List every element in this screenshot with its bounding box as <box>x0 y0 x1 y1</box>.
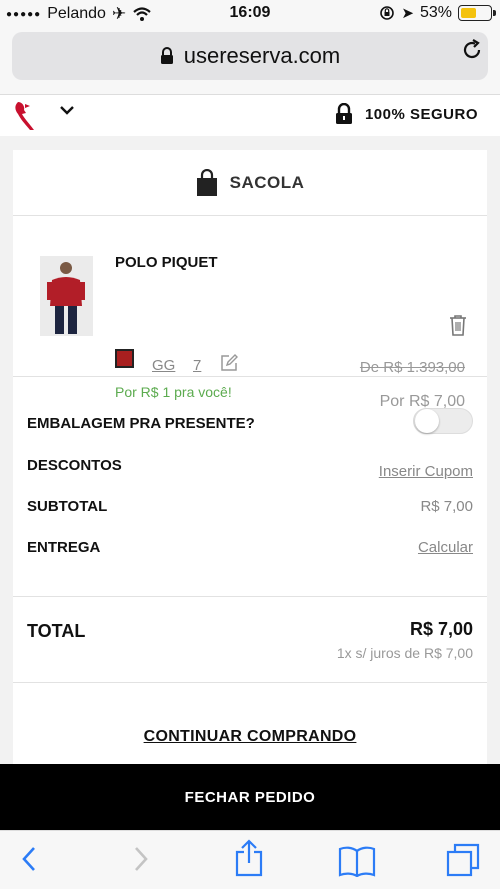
installments-text: 1x s/ juros de R$ 7,00 <box>336 645 473 661</box>
trash-icon[interactable] <box>449 314 467 336</box>
edit-icon[interactable] <box>220 354 238 372</box>
continue-shopping-link[interactable]: CONTINUAR COMPRANDO <box>13 728 487 746</box>
insert-coupon-link[interactable]: Inserir Cupom <box>379 463 473 480</box>
original-price: De R$ 1.393,00 <box>359 359 465 376</box>
color-swatch[interactable] <box>115 349 134 368</box>
back-icon[interactable] <box>20 845 38 873</box>
bookmarks-icon[interactable] <box>338 845 376 877</box>
size-selector[interactable]: GG <box>152 357 175 374</box>
total-value: R$ 7,00 <box>409 619 473 639</box>
forward-icon[interactable] <box>132 845 150 873</box>
reload-icon[interactable] <box>460 38 484 62</box>
total-label: TOTAL <box>27 621 86 641</box>
cart-card: SACOLA POLO PIQUET GG 7 Por R$ 1 pra voc… <box>13 150 487 770</box>
discounts-label: DESCONTOS <box>27 457 122 474</box>
battery-fill <box>461 8 476 18</box>
shopping-bag-icon <box>196 168 217 196</box>
cart-item: POLO PIQUET GG 7 Por R$ 1 pra você! De R… <box>13 216 487 410</box>
product-photo-icon <box>40 256 93 336</box>
secure-badge: 100% SEGURO <box>335 103 478 125</box>
url-text: usereserva.com <box>183 43 341 68</box>
site-header: 100% SEGURO <box>0 94 500 136</box>
order-summary: EMBALAGEM PRA PRESENTE? DESCONTOS Inseri… <box>13 377 487 597</box>
url-field[interactable]: usereserva.com <box>12 32 488 80</box>
checkout-button[interactable]: FECHAR PEDIDO <box>0 764 500 830</box>
brand-logo-icon[interactable] <box>12 100 40 132</box>
toggle-knob <box>415 409 439 433</box>
product-name[interactable]: POLO PIQUET <box>115 254 218 271</box>
rotation-lock-icon <box>380 6 395 20</box>
location-arrow-icon: ➤ <box>401 5 414 22</box>
gift-wrap-label: EMBALAGEM PRA PRESENTE? <box>27 415 255 432</box>
tabs-icon[interactable] <box>446 843 480 877</box>
share-icon[interactable] <box>233 839 265 877</box>
bag-title: SACOLA <box>229 172 305 192</box>
padlock-icon <box>335 103 352 124</box>
status-bar-right: ➤ 53% <box>379 4 496 22</box>
product-image[interactable] <box>40 256 93 336</box>
calculate-delivery-link[interactable]: Calcular <box>418 539 473 556</box>
lock-icon <box>160 47 173 64</box>
browser-address-bar: usereserva.com <box>0 28 500 94</box>
quantity-selector[interactable]: 7 <box>193 357 201 374</box>
delivery-label: ENTREGA <box>27 539 101 556</box>
secure-label: 100% SEGURO <box>364 105 478 123</box>
battery-icon <box>458 5 496 21</box>
chevron-down-icon[interactable] <box>60 105 74 115</box>
total-block: TOTAL R$ 7,00 1x s/ juros de R$ 7,00 <box>13 597 487 683</box>
status-bar: ●●●●● Pelando ✈ 16:09 ➤ 53% <box>0 0 500 28</box>
browser-toolbar <box>0 830 500 889</box>
gift-wrap-toggle[interactable] <box>413 408 473 434</box>
subtotal-value: R$ 7,00 <box>420 498 473 515</box>
battery-percent: 53% <box>419 4 452 21</box>
bag-header: SACOLA <box>13 150 487 216</box>
subtotal-label: SUBTOTAL <box>27 498 108 515</box>
